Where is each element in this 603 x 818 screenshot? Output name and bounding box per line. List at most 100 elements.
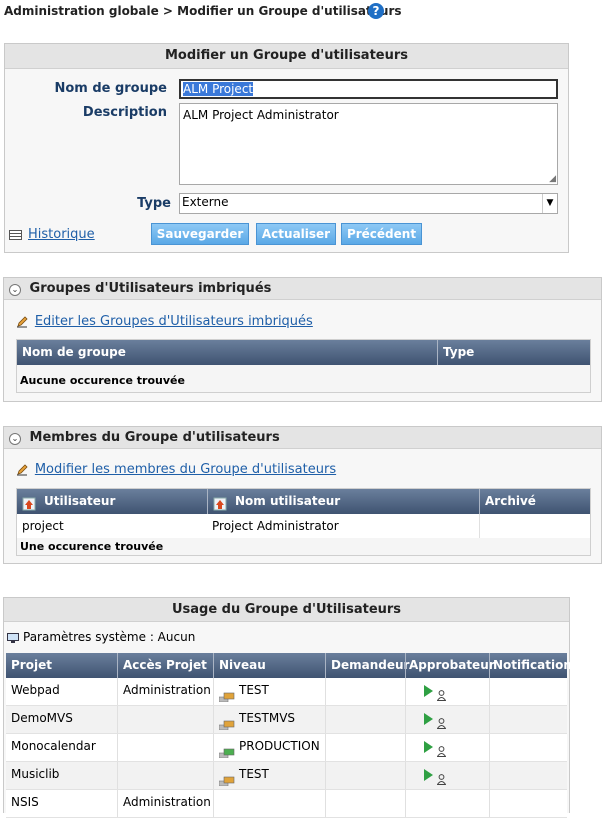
sort-icon[interactable]	[22, 495, 36, 510]
edit-group-panel: Modifier un Groupe d'utilisateurs Nom de…	[4, 43, 569, 253]
type-value: Externe	[182, 195, 229, 209]
approver-cell	[405, 790, 489, 817]
level-icon	[218, 770, 235, 786]
notification-cell	[489, 678, 567, 705]
column-header[interactable]: Archivé	[479, 489, 590, 514]
count-message: Une occurence trouvée	[20, 540, 164, 553]
column-header[interactable]: Notification	[489, 653, 572, 678]
column-header[interactable]: Projet	[6, 653, 117, 678]
notification-cell	[489, 706, 567, 733]
save-button[interactable]: Sauvegarder	[151, 223, 249, 245]
access-cell	[117, 762, 213, 789]
notification-cell	[489, 734, 567, 761]
history-link[interactable]: Historique	[9, 227, 95, 242]
level-label: PRODUCTION	[239, 739, 320, 753]
column-header[interactable]: Utilisateur	[17, 489, 207, 514]
notification-cell	[489, 790, 567, 817]
play-icon[interactable]	[424, 712, 433, 725]
description-textarea[interactable]: ALM Project Administrator ◢	[179, 103, 558, 185]
edit-panel-title: Modifier un Groupe d'utilisateurs	[5, 44, 568, 69]
user-cell: project	[22, 519, 64, 533]
table-row[interactable]: Monocalendar PRODUCTION	[6, 734, 567, 762]
usage-panel: Usage du Groupe d'Utilisateurs Paramètre…	[3, 597, 572, 818]
project-cell: Monocalendar	[11, 739, 96, 753]
group-name-label: Nom de groupe	[54, 81, 167, 96]
level-cell	[213, 790, 325, 817]
level-cell: PRODUCTION	[213, 734, 325, 761]
usage-table-header: Projet Accès Projet Niveau Demandeur App…	[6, 653, 572, 678]
table-row[interactable]: Musiclib TEST	[6, 762, 567, 790]
nested-groups-header[interactable]: ⌄ Groupes d'Utilisateurs imbriqués	[4, 278, 601, 300]
type-label: Type	[137, 196, 171, 211]
breadcrumb: Administration globale > Modifier un Gro…	[4, 4, 402, 18]
column-header[interactable]: Demandeur	[325, 653, 409, 678]
requester-cell	[325, 706, 405, 733]
user-icon[interactable]	[436, 685, 447, 701]
pencil-icon	[16, 315, 28, 328]
members-header[interactable]: ⌄ Membres du Groupe d'utilisateurs	[4, 427, 601, 449]
access-cell	[117, 706, 213, 733]
column-header[interactable]: Accès Projet	[117, 653, 213, 678]
user-icon[interactable]	[436, 713, 447, 729]
history-icon	[9, 229, 22, 240]
access-cell: Administration	[117, 678, 213, 705]
level-cell: TEST	[213, 678, 325, 705]
description-value: ALM Project Administrator	[183, 108, 339, 122]
table-row[interactable]: NSIS Administration	[6, 790, 567, 818]
column-header[interactable]: Nom utilisateur	[207, 489, 479, 514]
approver-cell	[405, 762, 489, 789]
level-icon	[218, 686, 235, 702]
table-row[interactable]: project Project Administrator	[17, 514, 590, 538]
approver-cell	[405, 678, 489, 705]
approver-cell	[405, 734, 489, 761]
resize-grip-icon[interactable]: ◢	[549, 174, 556, 184]
empty-message: Aucune occurence trouvée	[20, 374, 185, 387]
level-cell: TEST	[213, 762, 325, 789]
access-cell: Administration	[117, 790, 213, 817]
column-header[interactable]: Nom de groupe	[17, 340, 437, 365]
type-select[interactable]: Externe ▼	[179, 193, 558, 214]
system-params: Paramètres système : Aucun	[7, 630, 195, 644]
user-icon[interactable]	[436, 769, 447, 785]
level-label: TESTMVS	[239, 711, 296, 725]
level-label: TEST	[239, 767, 269, 781]
column-header[interactable]: Approbateur	[405, 653, 495, 678]
usage-table: Projet Accès Projet Niveau Demandeur App…	[6, 653, 572, 818]
play-icon[interactable]	[424, 684, 433, 697]
usage-title: Usage du Groupe d'Utilisateurs	[4, 598, 569, 622]
sort-icon[interactable]	[213, 495, 227, 510]
level-cell: TESTMVS	[213, 706, 325, 733]
history-label: Historique	[28, 227, 95, 242]
approver-cell	[405, 706, 489, 733]
user-icon[interactable]	[436, 741, 447, 757]
level-icon	[218, 714, 235, 730]
previous-button[interactable]: Précédent	[341, 223, 422, 245]
project-cell: Webpad	[11, 683, 60, 697]
play-icon[interactable]	[424, 768, 433, 781]
group-name-input[interactable]: ALM Project	[179, 79, 558, 99]
column-header[interactable]: Type	[437, 340, 590, 365]
nested-table-header: Nom de groupe Type	[17, 340, 590, 365]
requester-cell	[325, 762, 405, 789]
level-icon	[218, 742, 235, 758]
group-name-value: ALM Project	[183, 82, 254, 96]
edit-members-link[interactable]: Modifier les membres du Groupe d'utilisa…	[16, 462, 336, 477]
level-label: TEST	[239, 683, 269, 697]
collapse-icon[interactable]: ⌄	[9, 284, 21, 296]
monitor-icon	[7, 632, 19, 643]
column-header[interactable]: Niveau	[213, 653, 325, 678]
edit-nested-groups-link[interactable]: Editer les Groupes d'Utilisateurs imbriq…	[16, 314, 313, 329]
requester-cell	[325, 678, 405, 705]
table-row[interactable]: Webpad Administration TEST	[6, 678, 567, 706]
help-icon[interactable]: ?	[368, 3, 384, 19]
members-table: Utilisateur Nom utilisateur Archivé proj…	[16, 488, 591, 556]
project-cell: DemoMVS	[11, 711, 73, 725]
collapse-icon[interactable]: ⌄	[9, 433, 21, 445]
play-icon[interactable]	[424, 740, 433, 753]
refresh-button[interactable]: Actualiser	[256, 223, 336, 245]
chevron-down-icon[interactable]: ▼	[542, 194, 557, 213]
edit-members-label: Modifier les membres du Groupe d'utilisa…	[34, 462, 337, 477]
nested-groups-panel: ⌄ Groupes d'Utilisateurs imbriqués Edite…	[3, 277, 602, 402]
table-row[interactable]: DemoMVS TESTMVS	[6, 706, 567, 734]
archived-cell	[479, 514, 590, 538]
